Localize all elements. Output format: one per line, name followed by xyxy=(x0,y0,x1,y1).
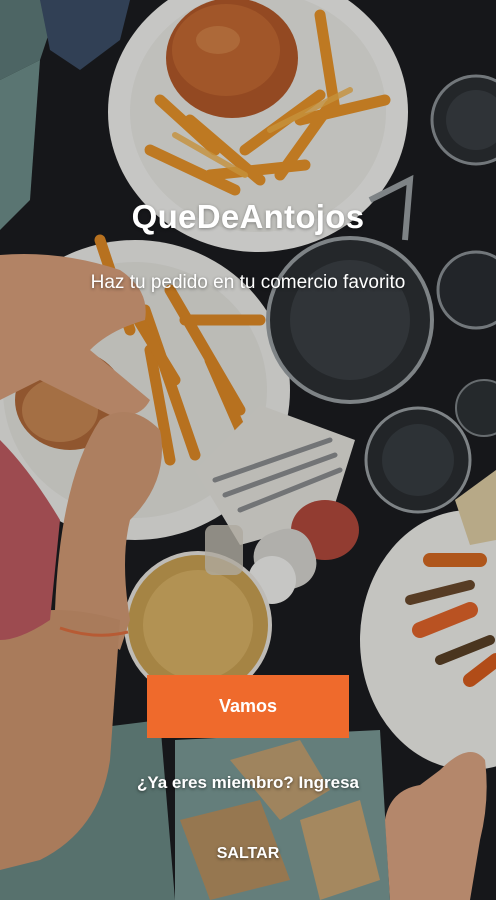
login-link[interactable]: ¿Ya eres miembro? Ingresa xyxy=(0,773,496,793)
onboarding-screen: QueDeAntojos Haz tu pedido en tu comerci… xyxy=(0,0,496,900)
app-tagline: Haz tu pedido en tu comercio favorito xyxy=(90,272,406,293)
skip-button[interactable]: SALTAR xyxy=(0,845,496,863)
food-table-background-image xyxy=(0,0,496,900)
vamos-button[interactable]: Vamos xyxy=(147,675,349,738)
app-title: QueDeAntojos xyxy=(131,198,365,235)
